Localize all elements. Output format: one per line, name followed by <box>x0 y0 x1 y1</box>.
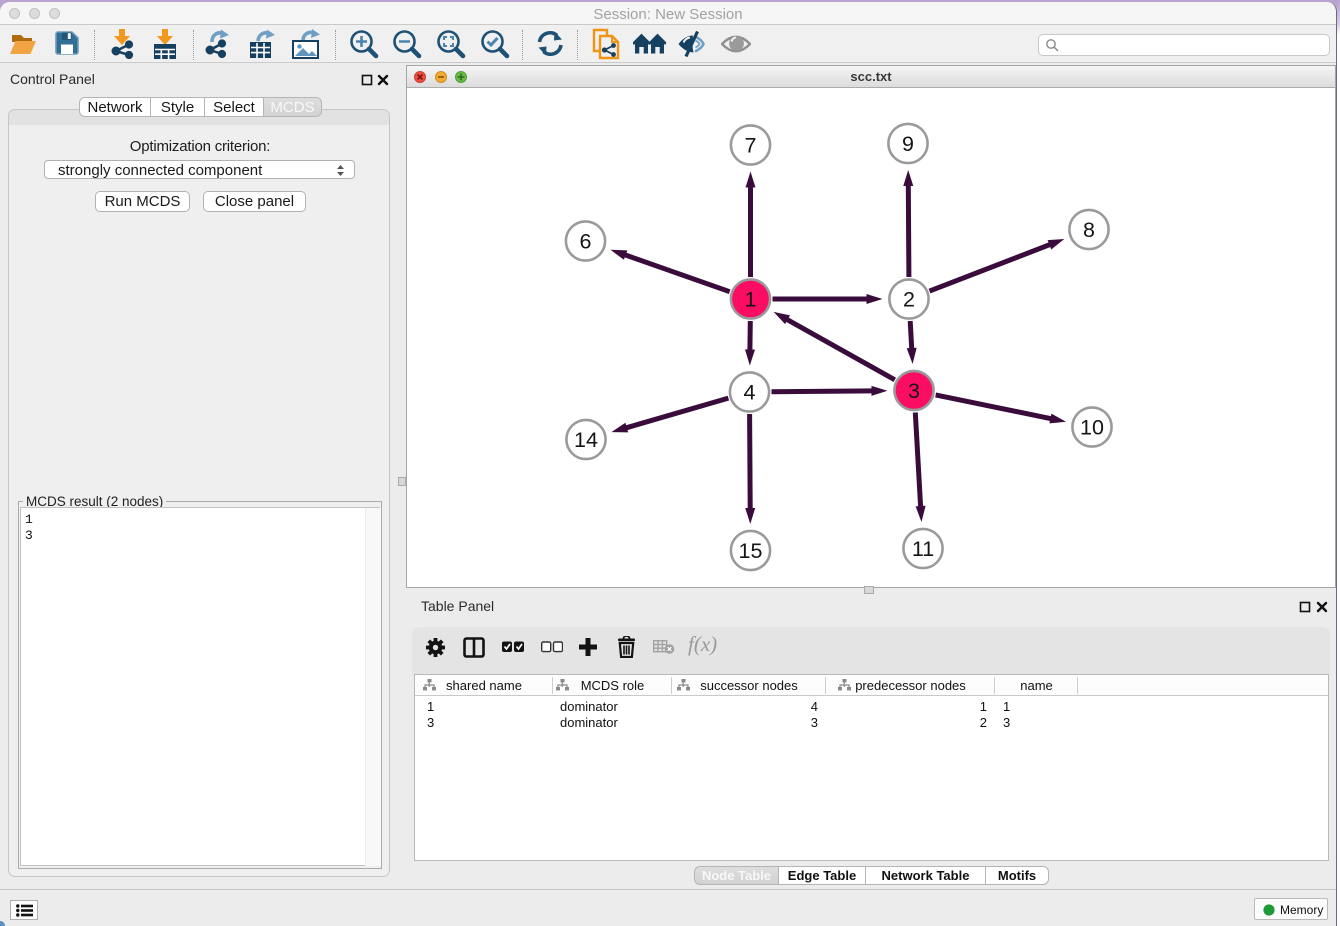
svg-text:8: 8 <box>1083 218 1095 242</box>
svg-text:1: 1 <box>745 288 757 312</box>
svg-text:2: 2 <box>903 288 915 312</box>
svg-text:4: 4 <box>744 381 756 405</box>
svg-text:6: 6 <box>580 230 592 254</box>
svg-text:3: 3 <box>908 379 920 403</box>
svg-text:11: 11 <box>912 537 934 561</box>
svg-text:9: 9 <box>902 132 914 156</box>
svg-text:7: 7 <box>745 134 757 158</box>
svg-text:15: 15 <box>739 539 763 563</box>
svg-text:10: 10 <box>1080 416 1104 440</box>
svg-text:14: 14 <box>574 428 598 452</box>
